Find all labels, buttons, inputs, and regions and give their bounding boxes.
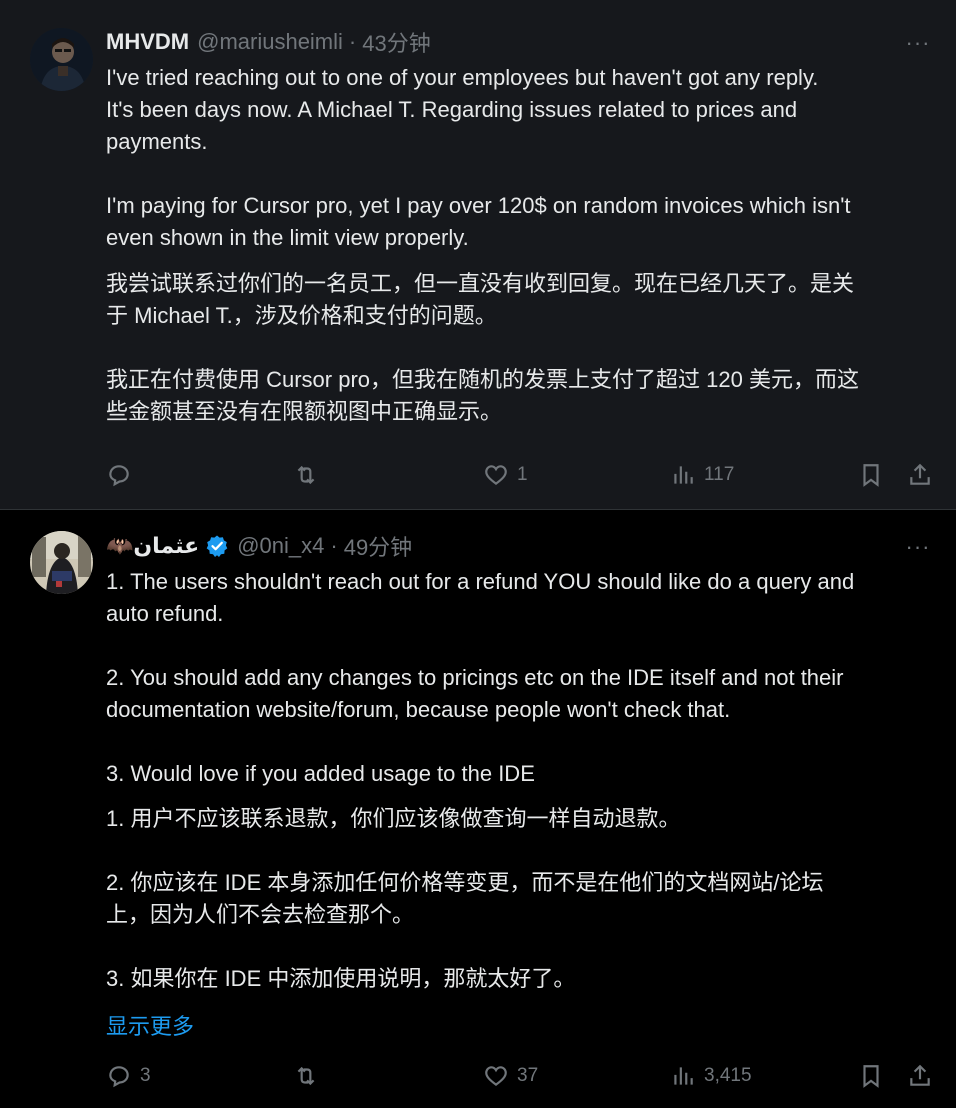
avatar[interactable]	[30, 28, 93, 91]
like-count: 37	[517, 1065, 539, 1086]
tweet-text-translation: 1. 用户不应该联系退款，你们应该像做查询一样自动退款。 2. 你应该在 IDE…	[106, 806, 824, 991]
bookmark-button[interactable]	[858, 455, 884, 495]
separator-dot: ·	[330, 533, 338, 558]
heart-icon	[485, 1066, 507, 1087]
views-button[interactable]: 3,415	[670, 1056, 752, 1096]
separator-dot: ·	[348, 29, 357, 54]
repost-button[interactable]	[293, 1056, 327, 1096]
tweet-item[interactable]: 🦇عثمان @0ni_x4 · 49分钟 ··· 1. The users s…	[0, 511, 956, 1108]
views-icon	[674, 1067, 693, 1085]
tweet-text-translation: 我尝试联系过你们的一名员工，但一直没有收到回复。现在已经几天了。是关 于 Mic…	[106, 271, 859, 424]
user-handle[interactable]: @mariusheimli	[197, 29, 343, 55]
like-button[interactable]: 1	[483, 455, 528, 495]
display-name[interactable]: MHVDM	[106, 29, 189, 55]
reply-icon	[109, 1066, 129, 1088]
verified-badge-icon	[205, 534, 229, 558]
tweet-text-original: 1. The users shouldn't reach out for a r…	[106, 569, 855, 786]
bookmark-button[interactable]	[858, 1056, 884, 1096]
share-button[interactable]	[907, 1056, 933, 1096]
reply-count: 3	[140, 1065, 151, 1086]
display-name[interactable]: 🦇عثمان	[106, 533, 199, 559]
heart-icon	[485, 465, 507, 486]
reply-icon	[109, 465, 129, 487]
tweet-text-original: I've tried reaching out to one of your e…	[106, 65, 851, 250]
timestamp[interactable]: 43分钟	[362, 26, 430, 58]
action-bar: 1 117	[0, 455, 956, 495]
view-count: 117	[704, 464, 735, 485]
action-bar: 3 37 3,415	[0, 1056, 956, 1096]
tweet-header: MHVDM @mariusheimli · 43分钟	[106, 27, 431, 57]
reply-button[interactable]: 3	[106, 1056, 151, 1096]
bookmark-icon	[863, 1065, 879, 1088]
user-handle[interactable]: @0ni_x4	[237, 533, 324, 559]
repost-button[interactable]	[293, 455, 327, 495]
repost-icon	[297, 1066, 315, 1086]
tweet-item[interactable]: MHVDM @mariusheimli · 43分钟 ··· I've trie…	[0, 0, 956, 510]
share-icon	[910, 1064, 930, 1086]
reply-button[interactable]	[106, 455, 140, 495]
tweet-header: 🦇عثمان @0ni_x4 · 49分钟	[106, 531, 412, 561]
repost-icon	[297, 465, 315, 485]
like-count: 1	[517, 464, 528, 485]
views-button[interactable]: 117	[670, 455, 734, 495]
view-count: 3,415	[704, 1065, 752, 1086]
show-more-link[interactable]: 显示更多	[106, 1009, 194, 1041]
share-button[interactable]	[907, 455, 933, 495]
bookmark-icon	[863, 464, 879, 487]
timestamp[interactable]: 49分钟	[344, 530, 412, 562]
share-icon	[910, 463, 930, 485]
avatar[interactable]	[30, 531, 93, 594]
more-options-icon[interactable]: ···	[904, 29, 932, 57]
like-button[interactable]: 37	[483, 1056, 538, 1096]
more-options-icon[interactable]: ···	[904, 533, 932, 561]
views-icon	[674, 466, 693, 484]
